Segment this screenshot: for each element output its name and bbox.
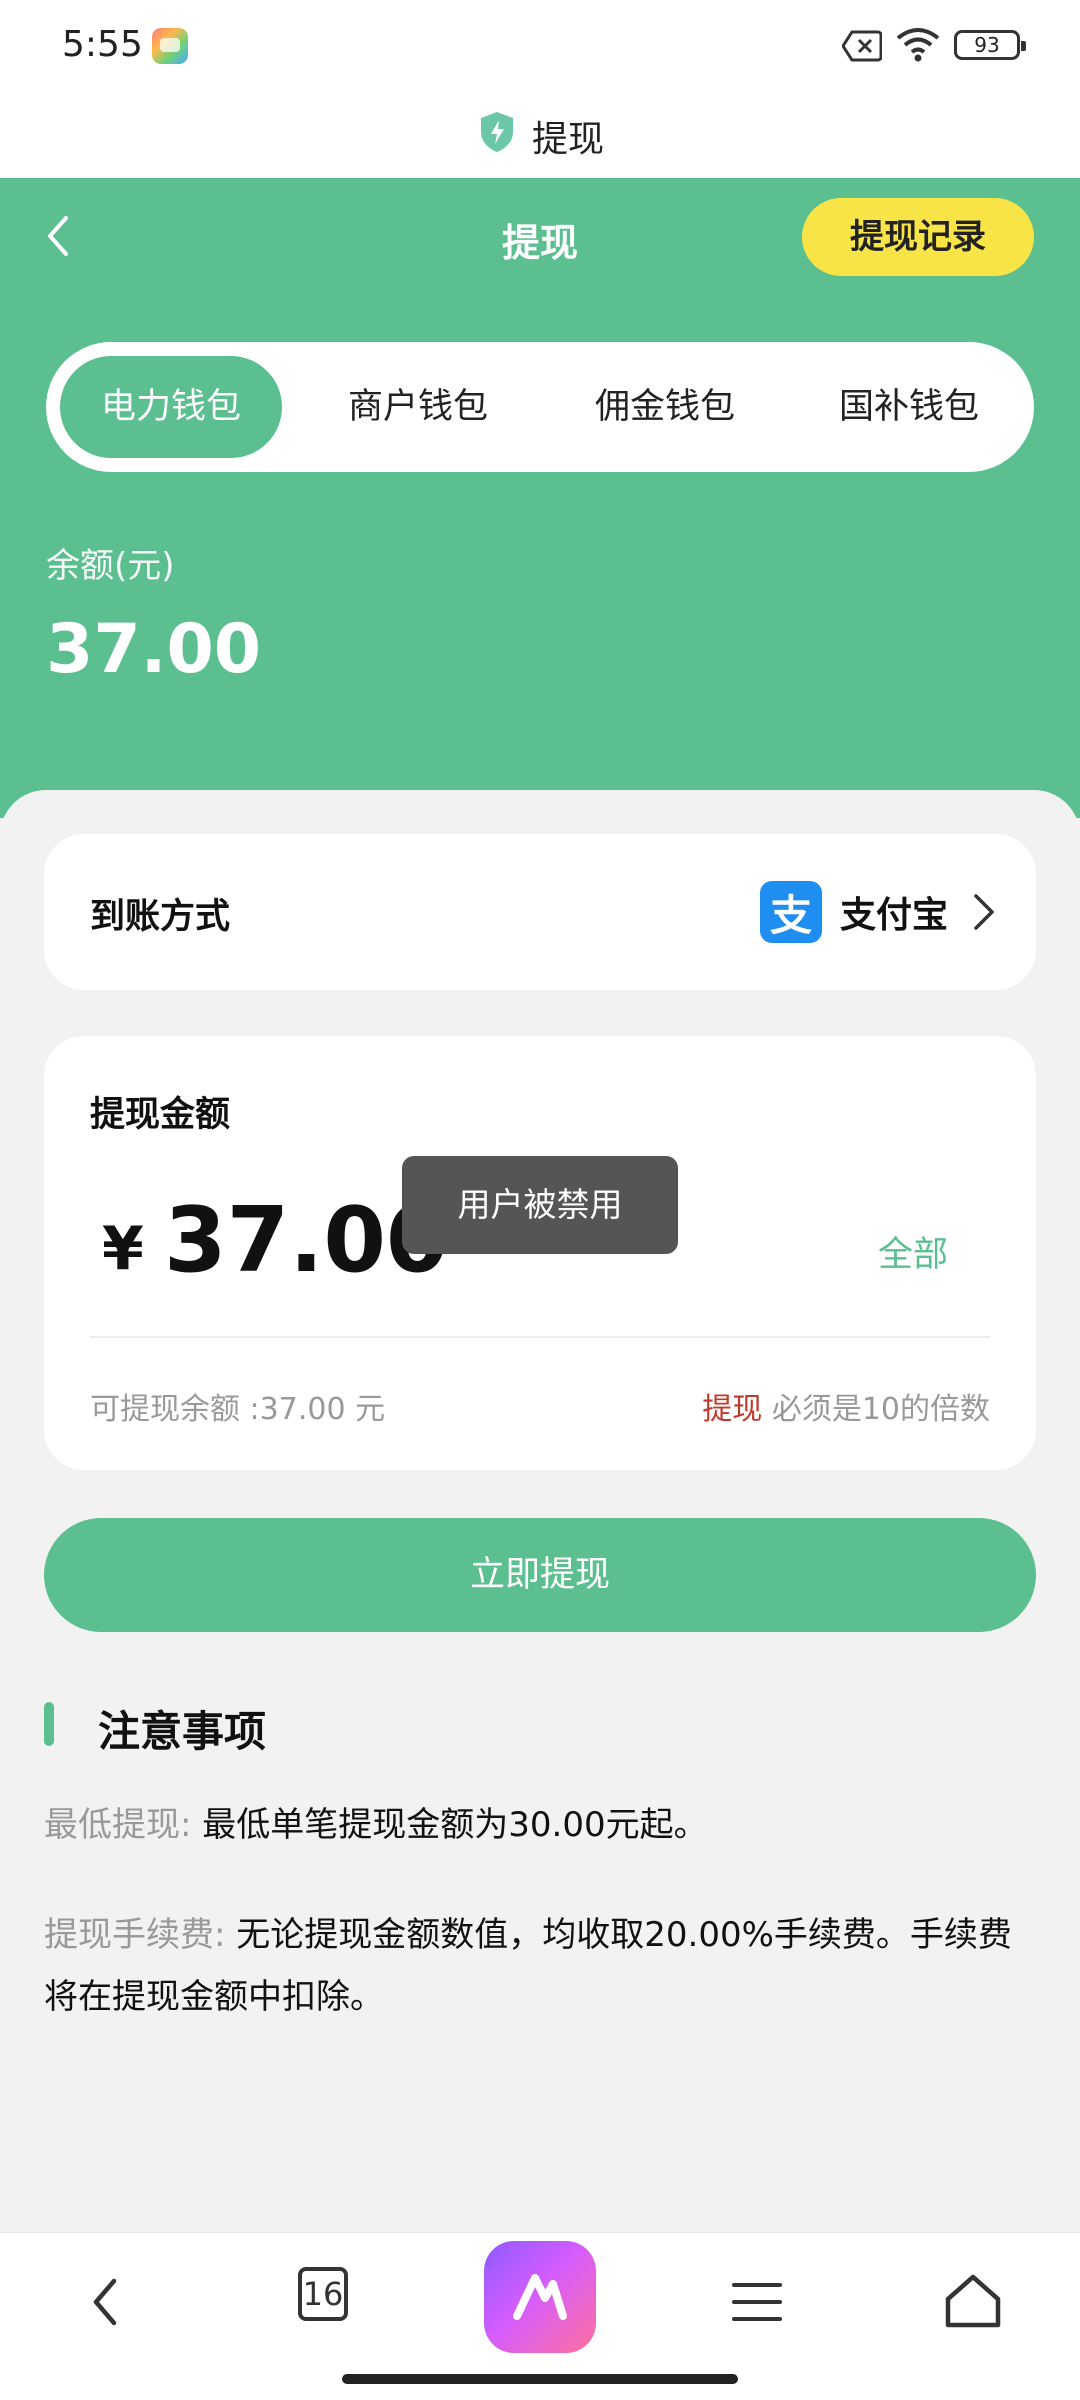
toast-message: 用户被禁用 [402,1156,678,1254]
notice-accent-bar [44,1702,54,1746]
gallery-app-icon [152,28,188,64]
alipay-icon: 支 [759,881,822,943]
balance-label: 余额(元) [46,546,175,586]
currency-symbol: ¥ [102,1214,144,1284]
notice-key: 最低提现: [44,1805,192,1845]
status-time: 5:55 [62,24,143,65]
status-bar: 5:55 93 [0,0,1080,92]
browser-title-bar: 提现 [0,92,1080,178]
withdraw-rule-prefix: 提现 [702,1392,763,1427]
home-icon[interactable] [938,2267,1008,2337]
tab-power-wallet[interactable]: 电力钱包 [60,356,282,458]
wifi-icon [896,28,940,62]
back-icon[interactable] [72,2267,142,2337]
notice-key: 提现手续费: [44,1915,226,1955]
payout-method-name: 支付宝 [839,895,948,936]
notice-text: 最低单笔提现金额为30.00元起。 [202,1805,708,1845]
withdraw-amount-title: 提现金额 [90,1095,231,1135]
browser-page-title: 提现 [532,119,605,160]
payout-method-card[interactable]: 到账方式 支 支付宝 [44,834,1036,990]
chevron-right-icon [974,894,994,930]
battery-level: 93 [974,33,1000,57]
notice-title: 注意事项 [98,1707,267,1756]
tab-commission-wallet[interactable]: 佣金钱包 [554,356,776,458]
browser-app-button[interactable] [484,2241,596,2353]
sim-off-icon [842,30,882,62]
withdraw-rule-body: 必须是10的倍数 [762,1392,990,1427]
payout-method-label: 到账方式 [90,897,231,937]
notice-item-fee: 提现手续费: 无论提现金额数值，均收取20.00%手续费。手续费将在提现金额中扣… [44,1904,1036,2028]
payout-method-selector[interactable]: 支 支付宝 [759,876,996,948]
wallet-tabs: 电力钱包 商户钱包 佣金钱包 国补钱包 [46,342,1034,472]
withdraw-records-button[interactable]: 提现记录 [802,198,1034,276]
tab-merchant-wallet[interactable]: 商户钱包 [307,356,529,458]
withdraw-rule-text: 提现 必须是10的倍数 [702,1384,990,1428]
withdraw-now-button[interactable]: 立即提现 [44,1518,1036,1632]
balance-value: 37.00 [46,610,262,689]
wallet-header: 提现 提现记录 电力钱包 商户钱包 佣金钱包 国补钱包 余额(元) 37.00 [0,178,1080,818]
notice-item-min: 最低提现: 最低单笔提现金额为30.00元起。 [44,1794,1036,1856]
withdraw-all-button[interactable]: 全部 [878,1226,948,1277]
available-balance-text: 可提现余额 :37.00 元 [90,1392,386,1427]
battery-icon: 93 [954,30,1026,60]
assistant-logo-icon [513,2274,567,2320]
menu-icon[interactable] [722,2267,792,2337]
divider [90,1336,990,1338]
tab-subsidy-wallet[interactable]: 国补钱包 [798,356,1020,458]
tabs-count-button[interactable]: 16 [298,2267,348,2321]
gesture-home-indicator[interactable] [342,2374,738,2384]
shield-icon [481,112,513,152]
